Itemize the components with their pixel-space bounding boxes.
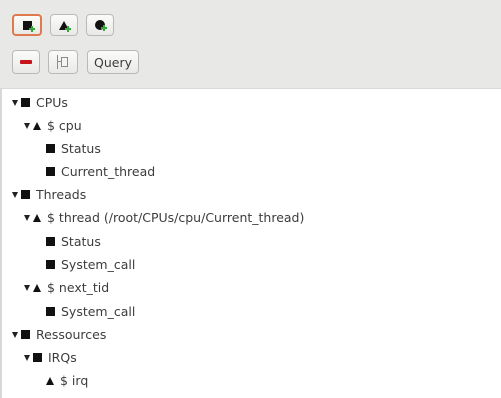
expander-icon[interactable] bbox=[24, 284, 30, 291]
node-square-icon bbox=[21, 330, 30, 339]
node-square-icon bbox=[46, 144, 55, 153]
tree-node-cpu-var[interactable]: $ cpu bbox=[24, 114, 82, 137]
tree-node-next-tid-var[interactable]: $ next_tid bbox=[24, 276, 109, 299]
add-node-button[interactable] bbox=[12, 14, 42, 36]
tree-node-label: System_call bbox=[61, 304, 136, 319]
tree-node-threads[interactable]: Threads bbox=[12, 183, 86, 206]
expander-icon[interactable] bbox=[12, 99, 18, 106]
tree-node-label: $ next_tid bbox=[47, 280, 110, 295]
node-square-icon bbox=[21, 98, 30, 107]
square-plus-icon bbox=[22, 20, 35, 32]
node-triangle-icon bbox=[33, 213, 41, 222]
tree-node-label: Status bbox=[61, 141, 101, 156]
frame-icon bbox=[57, 55, 69, 69]
tree-node-next-tid-system-call[interactable]: System_call bbox=[46, 300, 135, 323]
tree-node-label: $ irq bbox=[60, 373, 89, 388]
expander-icon[interactable] bbox=[12, 331, 18, 338]
expander-icon[interactable] bbox=[24, 354, 30, 361]
tree-node-ressources[interactable]: Ressources bbox=[12, 323, 106, 346]
node-square-icon bbox=[21, 190, 30, 199]
tree-node-label: System_call bbox=[61, 257, 136, 272]
query-button[interactable]: Query bbox=[87, 50, 139, 74]
node-square-icon bbox=[46, 260, 55, 269]
node-square-icon bbox=[46, 237, 55, 246]
tree-node-label: Ressources bbox=[36, 327, 107, 342]
query-button-label: Query bbox=[94, 54, 132, 70]
toolbar: Query bbox=[0, 0, 501, 89]
add-constant-button[interactable] bbox=[86, 14, 114, 36]
remove-button[interactable] bbox=[12, 50, 40, 74]
remove-icon bbox=[20, 60, 32, 64]
tree-node-label: Status bbox=[61, 234, 101, 249]
tree-node-thread-var[interactable]: $ thread (/root/CPUs/cpu/Current_thread) bbox=[24, 206, 304, 229]
tree-node-thread-status[interactable]: Status bbox=[46, 230, 101, 253]
tree-node-current-thread[interactable]: Current_thread bbox=[46, 160, 155, 183]
tree-node-cpus[interactable]: CPUs bbox=[12, 91, 68, 114]
tree-node-label: Current_thread bbox=[61, 164, 156, 179]
tree-node-label: $ cpu bbox=[47, 118, 82, 133]
tree-node-label: IRQs bbox=[48, 350, 77, 365]
node-square-icon bbox=[46, 307, 55, 316]
tree-node-label: Threads bbox=[36, 187, 87, 202]
tree-node-irq-var[interactable]: $ irq bbox=[46, 369, 88, 392]
node-square-icon bbox=[46, 167, 55, 176]
circle-plus-icon bbox=[95, 20, 107, 31]
frame-button[interactable] bbox=[48, 50, 78, 74]
node-triangle-icon bbox=[46, 376, 54, 385]
tree-view: CPUs $ cpu Status Current_thread Threads… bbox=[0, 88, 501, 398]
tree-node-irqs[interactable]: IRQs bbox=[24, 346, 77, 369]
node-triangle-icon bbox=[33, 283, 41, 292]
expander-icon[interactable] bbox=[24, 214, 30, 221]
tree-node-label: $ thread (/root/CPUs/cpu/Current_thread) bbox=[47, 210, 305, 225]
expander-icon[interactable] bbox=[24, 122, 30, 129]
expander-icon[interactable] bbox=[12, 191, 18, 198]
tree-node-cpu-status[interactable]: Status bbox=[46, 137, 101, 160]
add-attribute-button[interactable] bbox=[50, 14, 78, 36]
node-square-icon bbox=[33, 353, 42, 362]
triangle-plus-icon bbox=[59, 20, 71, 32]
node-triangle-icon bbox=[33, 121, 41, 130]
tree-node-label: CPUs bbox=[36, 95, 68, 110]
tree-node-thread-system-call[interactable]: System_call bbox=[46, 253, 135, 276]
